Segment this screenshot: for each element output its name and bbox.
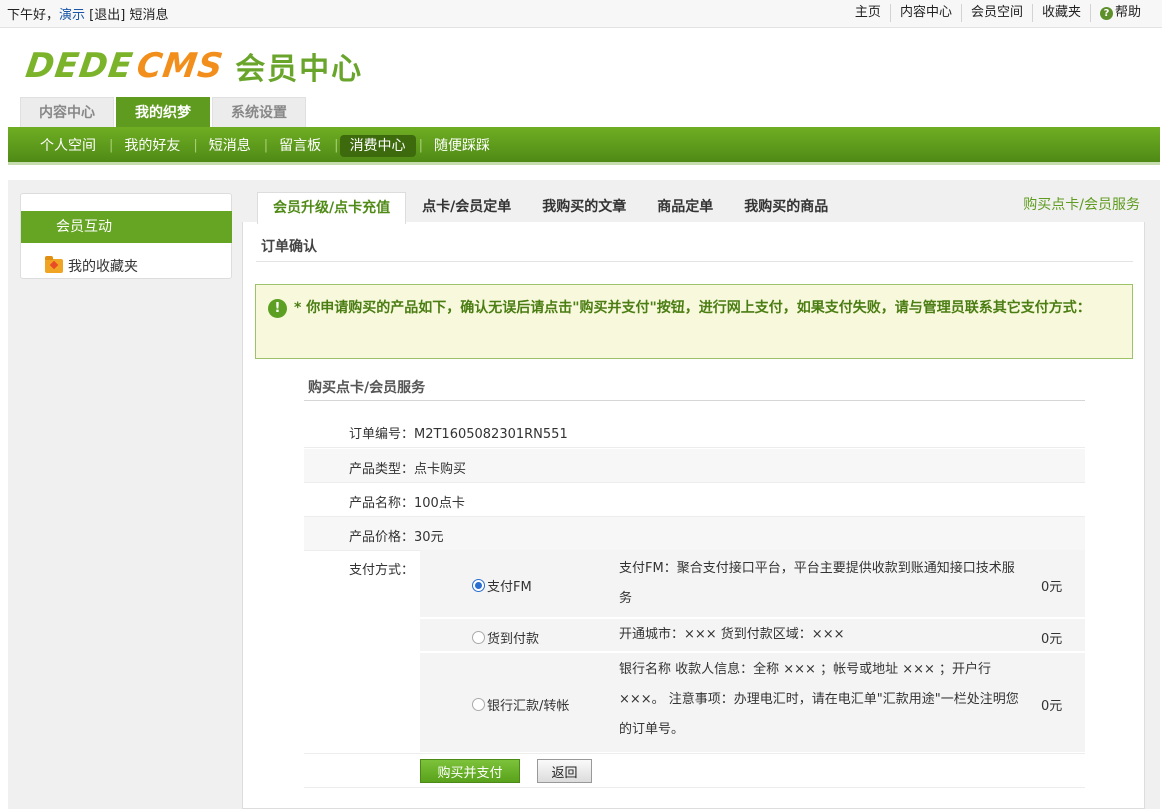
- payment-option-cod[interactable]: 货到付款: [472, 628, 539, 647]
- logo-text-dede: DEDE: [23, 46, 136, 86]
- tab-upgrade-recharge[interactable]: 会员升级/点卡充值: [257, 192, 407, 224]
- tab-card-orders[interactable]: 点卡/会员定单: [407, 192, 526, 223]
- payment-option-name: 银行汇款/转帐: [487, 699, 570, 714]
- main-tabs: 内容中心 我的织梦 系统设置: [20, 97, 308, 127]
- logout-link[interactable]: [退出]: [89, 8, 125, 23]
- action-buttons-row: 购买并支付 返回: [304, 754, 1085, 788]
- order-number: 订单编号：M2T1605082301RN551: [349, 427, 568, 442]
- product-name: 产品名称：100点卡: [349, 496, 465, 511]
- product-name-row: 产品名称：100点卡: [304, 483, 1085, 517]
- member-space-link[interactable]: 会员空间: [960, 4, 1032, 22]
- payment-option-desc: 银行名称 收款人信息：全称 ××× ；帐号或地址 ××× ；开户行 ×××。 注…: [619, 662, 1019, 737]
- tab-system-settings[interactable]: 系统设置: [212, 97, 306, 127]
- nav-separator: |: [263, 138, 269, 153]
- sidebar-item-my-favorites[interactable]: 我的收藏夹: [45, 256, 138, 276]
- site-logo[interactable]: DEDE CMS 会员中心: [23, 44, 364, 88]
- payment-method-label: 支付方式：: [349, 563, 415, 578]
- nav-messages[interactable]: 短消息: [199, 135, 261, 157]
- divider: [304, 400, 1085, 401]
- nav-separator: |: [193, 138, 198, 153]
- folder-icon: [45, 256, 63, 273]
- help-label: 帮助: [1114, 5, 1141, 20]
- product-price: 产品价格：30元: [349, 530, 444, 545]
- radio-unchecked-icon[interactable]: [472, 631, 485, 644]
- nav-my-friends[interactable]: 我的好友: [114, 135, 190, 157]
- payment-option-name: 货到付款: [487, 632, 540, 647]
- content-center-link[interactable]: 内容中心: [889, 4, 961, 22]
- nav-random-browse[interactable]: 随便踩踩: [424, 135, 500, 157]
- buy-card-link[interactable]: 购买点卡/会员服务: [1023, 194, 1140, 214]
- buy-section-title: 购买点卡/会员服务: [308, 380, 426, 396]
- payment-option-row: 银行汇款/转帐 银行名称 收款人信息：全称 ××× ；帐号或地址 ××× ；开户…: [420, 653, 1085, 753]
- top-links: 主页 内容中心 会员空间 收藏夹 ? 帮助: [846, 4, 1150, 22]
- tab-product-orders[interactable]: 商品定单: [642, 192, 728, 223]
- sidebar-item-member-interaction[interactable]: 会员互动: [21, 211, 232, 243]
- help-link[interactable]: ? 帮助: [1089, 4, 1150, 22]
- sidebar: 会员互动 我的收藏夹: [20, 193, 232, 279]
- radio-unchecked-icon[interactable]: [472, 698, 485, 711]
- payment-option-row: 支付FM 支付FM：聚合支付接口平台，平台主要提供收款到账通知接口技术服务 0元: [420, 550, 1085, 618]
- help-icon: ?: [1099, 7, 1113, 20]
- notice-text: * 你申请购买的产品如下，确认无误后请点击"购买并支付"按钮，进行网上支付，如果…: [294, 300, 1091, 316]
- payment-option-zhifufm[interactable]: 支付FM: [472, 576, 532, 595]
- nav-guestbook[interactable]: 留言板: [269, 135, 331, 157]
- nav-separator: |: [418, 138, 423, 153]
- payment-option-row: 货到付款 开通城市：××× 货到付款区域：××× 0元: [420, 619, 1085, 652]
- product-type: 产品类型：点卡购买: [349, 462, 467, 477]
- payment-option-amount: 0元: [1041, 632, 1063, 647]
- section-title: 订单确认: [261, 239, 317, 255]
- payment-option-name: 支付FM: [487, 580, 532, 595]
- greeting-text: 下午好，: [7, 8, 60, 23]
- messages-link[interactable]: 短消息: [129, 8, 168, 23]
- radio-checked-icon[interactable]: [472, 579, 485, 592]
- payment-method-section: 支付方式： 支付FM 支付FM：聚合支付接口平台，平台主要提供收款到账通知接口技…: [304, 550, 1085, 754]
- nav-consumption-center[interactable]: 消费中心: [339, 135, 416, 157]
- payment-option-amount: 0元: [1041, 580, 1063, 595]
- tab-purchased-articles[interactable]: 我购买的文章: [527, 192, 641, 223]
- notice-box: ! * 你申请购买的产品如下，确认无误后请点击"购买并支付"按钮，进行网上支付，…: [255, 284, 1133, 359]
- logo-text-member-center: 会员中心: [235, 52, 364, 87]
- tab-content-center[interactable]: 内容中心: [20, 97, 114, 127]
- favorites-link[interactable]: 收藏夹: [1031, 4, 1090, 22]
- nav-separator: |: [334, 138, 339, 153]
- payment-option-amount: 0元: [1041, 699, 1063, 714]
- sidebar-item-label: 我的收藏夹: [68, 259, 138, 275]
- buy-and-pay-button[interactable]: 购买并支付: [420, 759, 520, 783]
- payment-option-bank-transfer[interactable]: 银行汇款/转帐: [472, 695, 569, 714]
- divider: [256, 261, 1133, 262]
- user-greeting-area: 下午好，演示 [退出] 短消息: [7, 4, 168, 23]
- product-price-row: 产品价格：30元: [304, 517, 1085, 551]
- nav-separator: |: [109, 138, 114, 153]
- tab-my-dream[interactable]: 我的织梦: [116, 97, 210, 127]
- payment-option-desc: 支付FM：聚合支付接口平台，平台主要提供收款到账通知接口技术服务: [619, 561, 1015, 606]
- product-type-row: 产品类型：点卡购买: [304, 449, 1085, 483]
- info-icon: !: [268, 299, 287, 318]
- order-number-row: 订单编号：M2T1605082301RN551: [304, 414, 1085, 448]
- username-link[interactable]: 演示: [59, 8, 85, 23]
- nav-personal-space[interactable]: 个人空间: [30, 135, 106, 157]
- back-button[interactable]: 返回: [537, 759, 592, 783]
- top-bar: 下午好，演示 [退出] 短消息 主页 内容中心 会员空间 收藏夹 ? 帮助: [0, 0, 1162, 28]
- logo-text-cms: CMS: [134, 46, 226, 86]
- payment-option-desc: 开通城市：××× 货到付款区域：×××: [619, 627, 845, 642]
- sub-tabs: 会员升级/点卡充值 点卡/会员定单 我购买的文章 商品定单 我购买的商品: [257, 192, 844, 224]
- home-link[interactable]: 主页: [846, 4, 890, 22]
- tab-purchased-products[interactable]: 我购买的商品: [729, 192, 843, 223]
- secondary-nav: 个人空间 | 我的好友 | 短消息 | 留言板 | 消费中心 | 随便踩踩: [8, 127, 1160, 165]
